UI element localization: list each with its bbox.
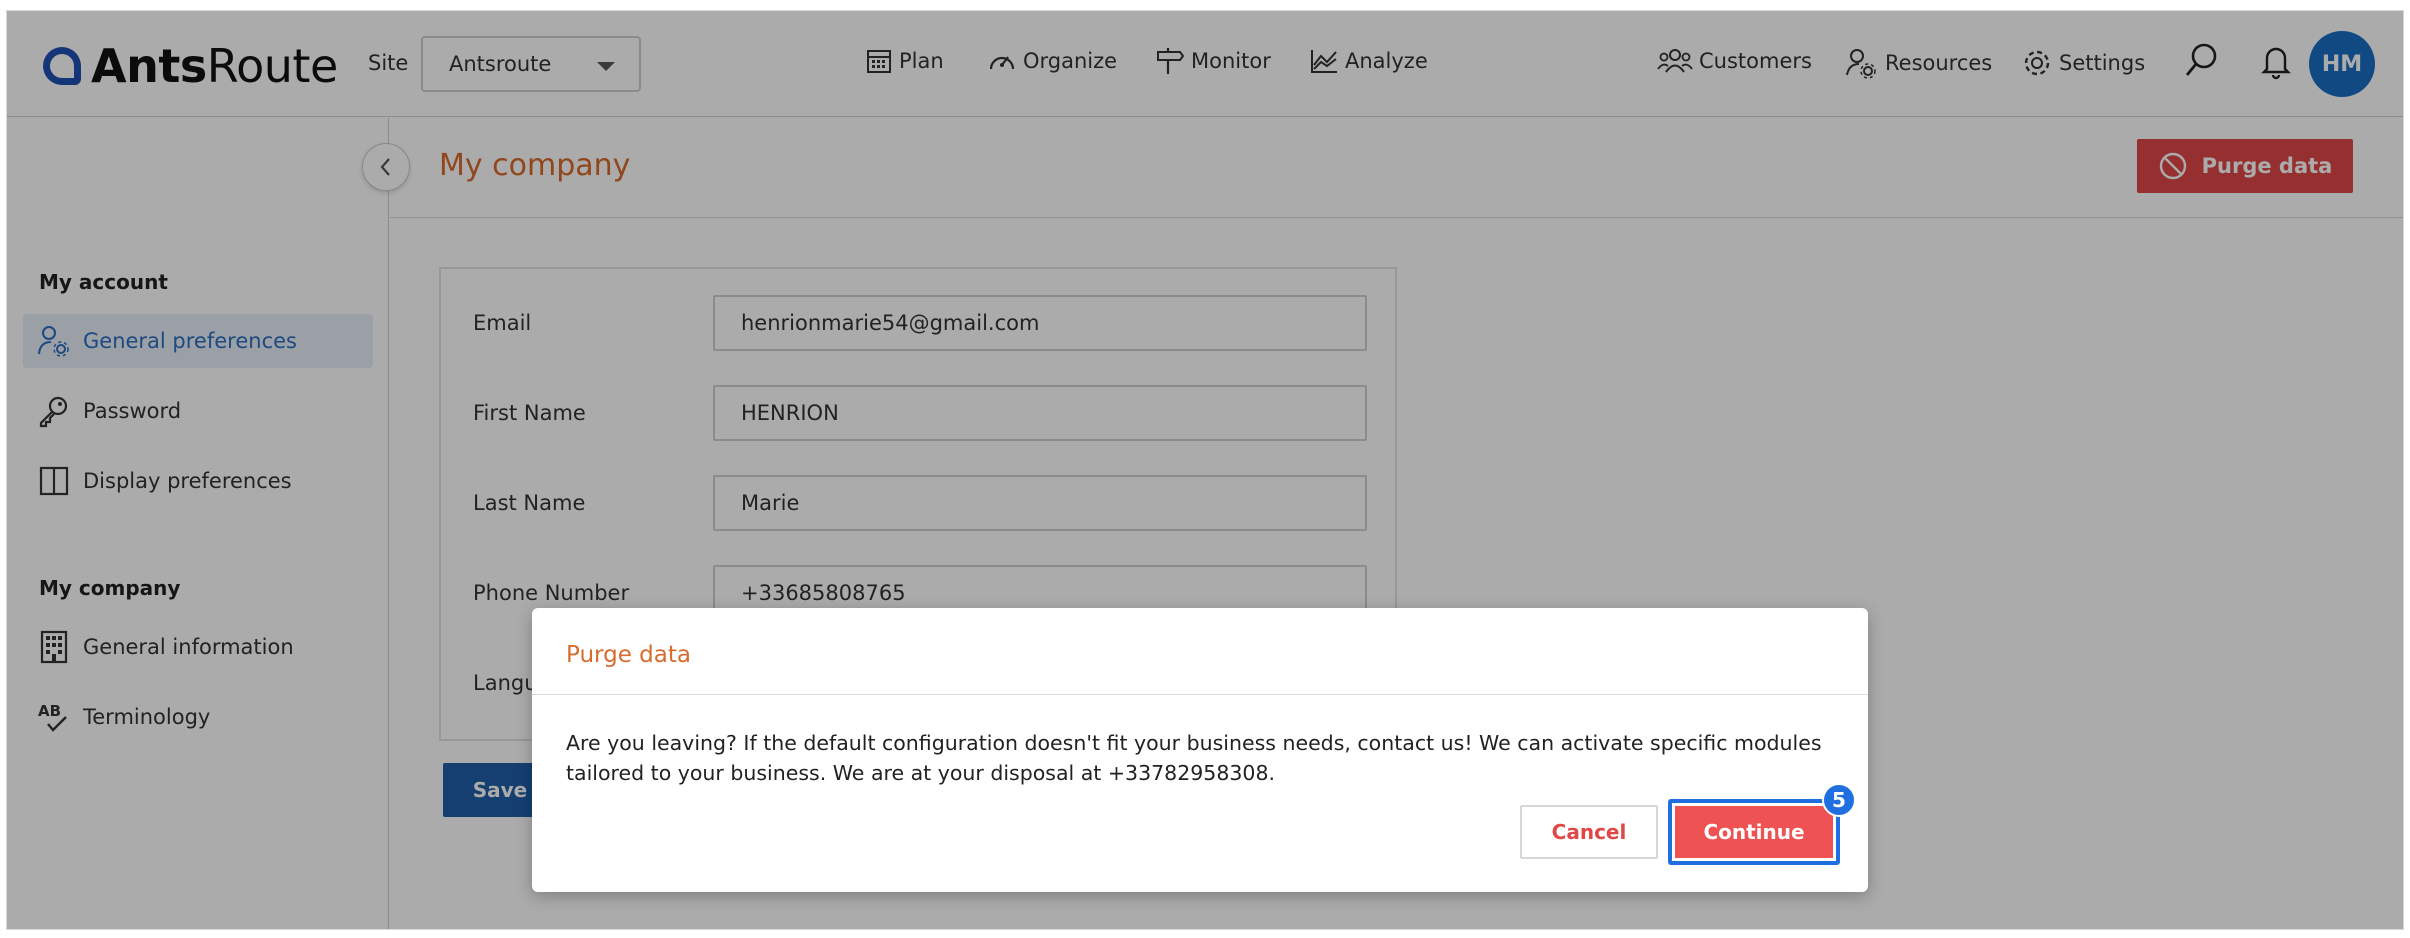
dialog-message: Are you leaving? If the default configur… [566, 731, 1822, 785]
dialog-title: Purge data [566, 642, 691, 668]
dialog-divider [532, 694, 1868, 695]
cancel-button[interactable]: Cancel [1520, 805, 1658, 859]
purge-data-dialog: Purge data Are you leaving? If the defau… [532, 608, 1868, 892]
step-badge: 5 [1822, 783, 1856, 817]
continue-highlight: Continue 5 [1668, 783, 1856, 865]
continue-button[interactable]: Continue [1675, 806, 1833, 858]
